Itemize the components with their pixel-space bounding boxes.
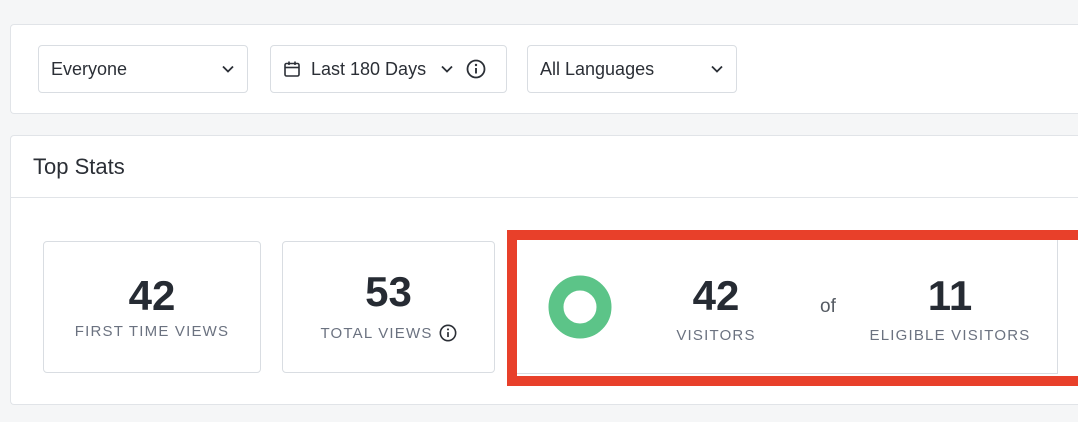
of-connector: of [820,296,836,317]
visitors-donut-chart [548,275,612,339]
date-range-dropdown[interactable]: Last 180 Days [270,45,507,93]
calendar-icon [283,60,301,78]
eligible-visitors-label: ELIGIBLE VISITORS [869,327,1031,344]
eligible-visitors-stat: 11 ELIGIBLE VISITORS [860,272,1040,345]
eligible-visitors-value: 11 [927,272,973,319]
date-range-dropdown-label: Last 180 Days [311,58,427,79]
first-time-views-value: 42 [128,272,176,319]
first-time-views-card: 42 FIRST TIME VIEWS [43,241,261,373]
audience-dropdown-label: Everyone [51,58,128,79]
total-views-value: 53 [365,268,412,315]
language-dropdown-label: All Languages [540,58,655,79]
language-dropdown[interactable]: All Languages [527,45,737,93]
total-views-caption: TOTAL VIEWS [283,324,494,342]
first-time-views-label: FIRST TIME VIEWS [74,323,230,340]
visitors-stat: 42 VISITORS [666,272,766,345]
chevron-down-icon [710,62,724,76]
visitors-value: 42 [692,272,740,319]
info-icon[interactable] [466,59,486,79]
filter-panel: Everyone Last 180 Days All Languages [10,24,1078,114]
chevron-down-icon [440,62,454,76]
audience-dropdown[interactable]: Everyone [38,45,248,93]
total-views-label: TOTAL VIEWS [320,324,433,342]
info-icon[interactable] [439,324,457,342]
chevron-down-icon [221,62,235,76]
top-stats-title: Top Stats [11,136,1078,198]
visitors-label: VISITORS [676,327,756,344]
total-views-card: 53 TOTAL VIEWS [282,241,495,373]
